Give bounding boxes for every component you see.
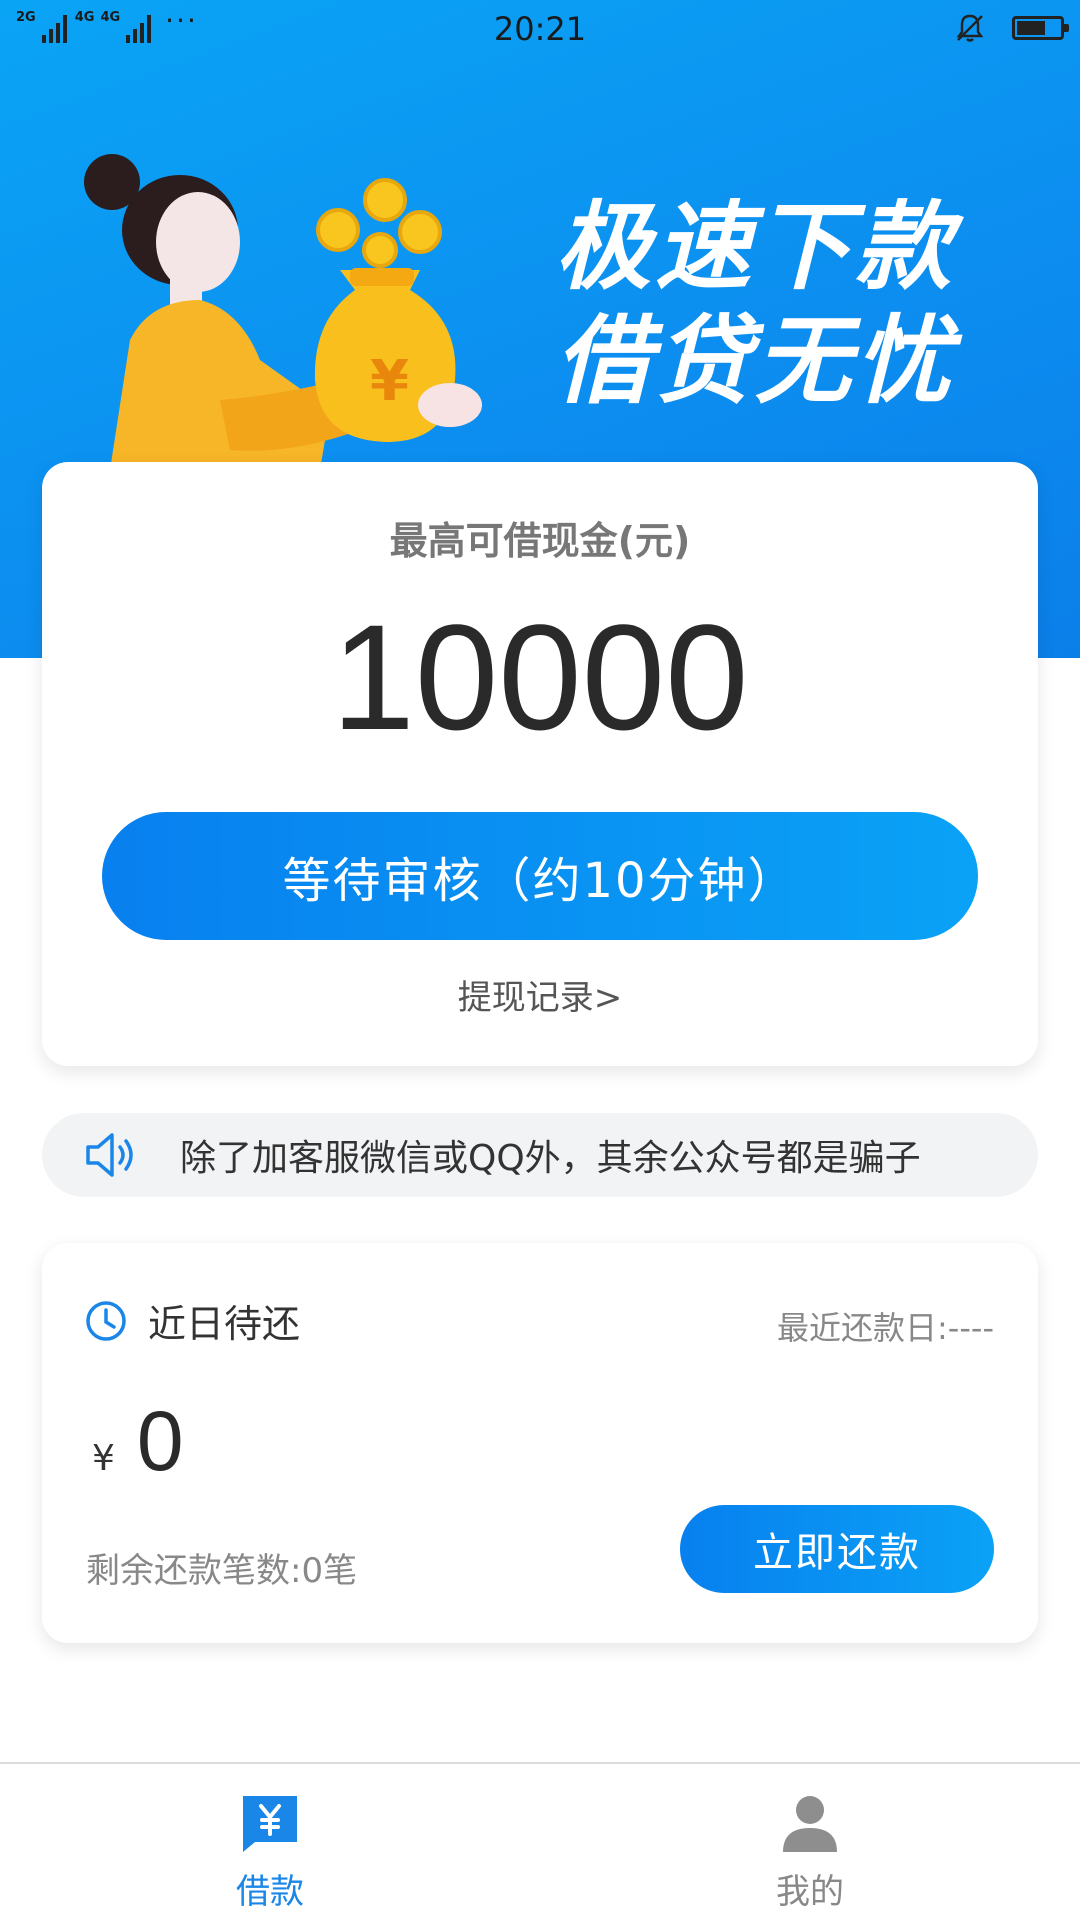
- withdraw-records-link[interactable]: 提现记录>: [42, 970, 1038, 1019]
- tab-loan-label: 借款: [236, 1872, 304, 1912]
- battery-fill: [1017, 21, 1045, 35]
- status-right: [954, 12, 1069, 44]
- currency-symbol: ¥: [92, 1438, 115, 1479]
- tab-mine[interactable]: 我的: [540, 1764, 1080, 1922]
- loan-card: 最高可借现金(元) 10000 等待审核（约10分钟） 提现记录>: [42, 462, 1038, 1066]
- banner-title-line1: 极速下款: [555, 191, 955, 303]
- battery-icon: [1012, 16, 1069, 40]
- remaining-count: 剩余还款笔数:0笔: [86, 1551, 358, 1591]
- repay-title: 近日待还: [148, 1302, 301, 1346]
- repay-amount: 0: [136, 1394, 184, 1488]
- notice-text: 除了加客服微信或QQ外，其余公众号都是骗子: [180, 1138, 921, 1179]
- user-icon: [783, 1796, 837, 1852]
- notice-bar: 除了加客服微信或QQ外，其余公众号都是骗子: [42, 1113, 1038, 1197]
- loan-caption: 最高可借现金(元): [389, 519, 691, 563]
- bell-off-icon: [956, 14, 984, 42]
- tab-mine-label: 我的: [776, 1872, 844, 1912]
- repay-amount-group: ¥ 0: [92, 1393, 184, 1490]
- loan-amount: 10000: [331, 593, 749, 761]
- repay-card: 近日待还 最近还款日:---- ¥ 0 剩余还款笔数:0笔 立即还款: [42, 1243, 1038, 1643]
- recent-repay-date: 最近还款日:----: [777, 1309, 994, 1347]
- banner-title: 极速下款 借贷无忧: [555, 190, 955, 418]
- speaker-icon: [86, 1133, 133, 1177]
- tab-loan[interactable]: 借款: [0, 1764, 540, 1922]
- money-symbol: ¥: [370, 349, 409, 414]
- banner-illustration: ¥: [84, 154, 482, 470]
- review-status-button[interactable]: 等待审核（约10分钟）: [102, 812, 978, 940]
- banner-title-line2: 借贷无忧: [555, 305, 955, 417]
- status-time: 20:21: [493, 10, 587, 48]
- status-bar: 2G 4G 4G ··· 20:21: [0, 0, 1080, 60]
- tab-bar: 借款 我的: [0, 1762, 1080, 1922]
- repay-now-button[interactable]: 立即还款: [680, 1505, 994, 1593]
- repay-header: 近日待还: [84, 1293, 300, 1348]
- clock-icon: [86, 1300, 126, 1341]
- loan-yen-icon: [243, 1796, 297, 1852]
